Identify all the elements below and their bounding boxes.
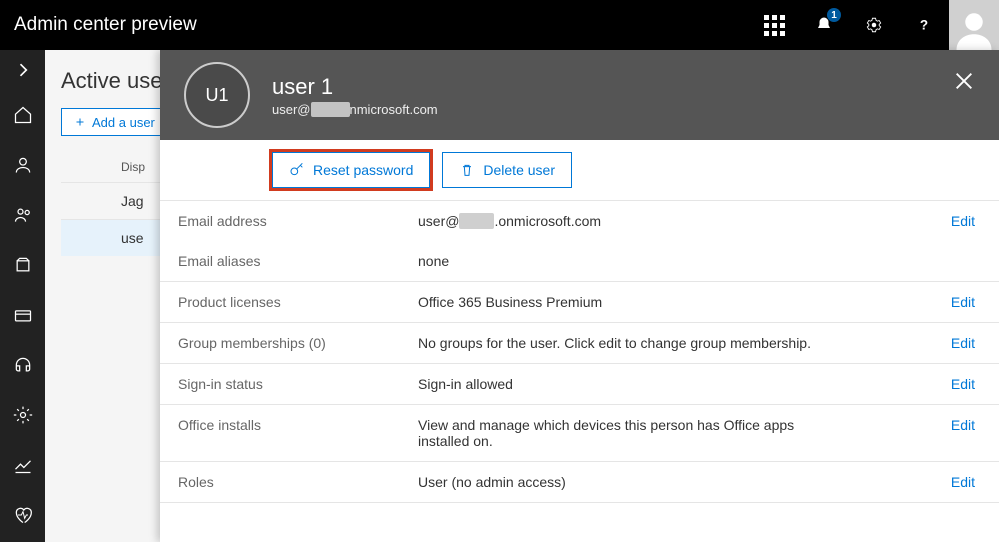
edit-link[interactable]: Edit: [951, 335, 975, 351]
email-suffix: nmicrosoft.com: [350, 102, 438, 117]
edit-link[interactable]: Edit: [951, 213, 975, 229]
row-email-address: Email address user@xxxxx.onmicrosoft.com…: [160, 201, 999, 241]
nav-home-icon[interactable]: [0, 90, 45, 140]
value-part: user@: [418, 213, 459, 229]
email-prefix: user@: [272, 102, 311, 117]
user-avatar-icon[interactable]: [949, 0, 999, 50]
notification-badge: 1: [827, 8, 841, 22]
edit-link[interactable]: Edit: [951, 474, 975, 490]
nav-settings-icon[interactable]: [0, 390, 45, 440]
edit-link[interactable]: Edit: [951, 294, 975, 310]
panel-header: U1 user 1 user@xxxxxxnmicrosoft.com: [160, 50, 999, 140]
left-nav: [0, 50, 45, 542]
add-user-button[interactable]: Add a user: [61, 108, 168, 136]
reset-password-button[interactable]: Reset password: [272, 152, 430, 188]
value-email-address: user@xxxxx.onmicrosoft.com: [418, 213, 838, 229]
nav-billing-icon[interactable]: [0, 290, 45, 340]
row-group-memberships: Group memberships (0) No groups for the …: [160, 323, 999, 364]
value-email-aliases: none: [418, 253, 838, 269]
settings-icon[interactable]: [849, 0, 899, 50]
help-icon[interactable]: ?: [899, 0, 949, 50]
panel-user-name: user 1: [272, 74, 438, 100]
value-product-licenses: Office 365 Business Premium: [418, 294, 838, 310]
avatar-initials: U1: [184, 62, 250, 128]
top-actions: 1 ?: [749, 0, 999, 50]
nav-resources-icon[interactable]: [0, 240, 45, 290]
label-signin-status: Sign-in status: [178, 376, 418, 392]
label-group-memberships: Group memberships (0): [178, 335, 418, 351]
panel-actions: Reset password Delete user: [160, 140, 999, 200]
row-office-installs: Office installs View and manage which de…: [160, 405, 999, 462]
nav-users-icon[interactable]: [0, 140, 45, 190]
value-group-memberships: No groups for the user. Click edit to ch…: [418, 335, 838, 351]
row-roles: Roles User (no admin access) Edit: [160, 462, 999, 503]
notifications-icon[interactable]: 1: [799, 0, 849, 50]
row-product-licenses: Product licenses Office 365 Business Pre…: [160, 282, 999, 323]
panel-user-email: user@xxxxxxnmicrosoft.com: [272, 102, 438, 117]
row-email-aliases: Email aliases none: [160, 241, 999, 282]
edit-link[interactable]: Edit: [951, 376, 975, 392]
nav-expand-icon[interactable]: [0, 50, 45, 90]
label-email-address: Email address: [178, 213, 418, 229]
reset-password-label: Reset password: [313, 162, 413, 178]
app-title: Admin center preview: [0, 14, 197, 36]
value-signin-status: Sign-in allowed: [418, 376, 838, 392]
detail-list: Email address user@xxxxx.onmicrosoft.com…: [160, 200, 999, 503]
nav-support-icon[interactable]: [0, 340, 45, 390]
app-launcher-icon[interactable]: [749, 0, 799, 50]
label-email-aliases: Email aliases: [178, 253, 418, 269]
delete-user-label: Delete user: [483, 162, 555, 178]
user-detail-panel: U1 user 1 user@xxxxxxnmicrosoft.com Rese…: [160, 50, 999, 542]
nav-health-icon[interactable]: [0, 490, 45, 540]
value-roles: User (no admin access): [418, 474, 838, 490]
nav-groups-icon[interactable]: [0, 190, 45, 240]
add-user-label: Add a user: [92, 115, 155, 130]
svg-text:?: ?: [920, 18, 928, 33]
close-icon[interactable]: [953, 70, 975, 92]
edit-link[interactable]: Edit: [951, 417, 975, 433]
row-signin-status: Sign-in status Sign-in allowed Edit: [160, 364, 999, 405]
value-part: .onmicrosoft.com: [494, 213, 601, 229]
label-roles: Roles: [178, 474, 418, 490]
nav-reports-icon[interactable]: [0, 440, 45, 490]
top-header: Admin center preview 1 ?: [0, 0, 999, 50]
label-product-licenses: Product licenses: [178, 294, 418, 310]
email-redacted: xxxxxx: [311, 102, 350, 117]
delete-user-button[interactable]: Delete user: [442, 152, 572, 188]
value-part: xxxxx: [459, 213, 494, 229]
value-office-installs: View and manage which devices this perso…: [418, 417, 838, 449]
label-office-installs: Office installs: [178, 417, 418, 433]
